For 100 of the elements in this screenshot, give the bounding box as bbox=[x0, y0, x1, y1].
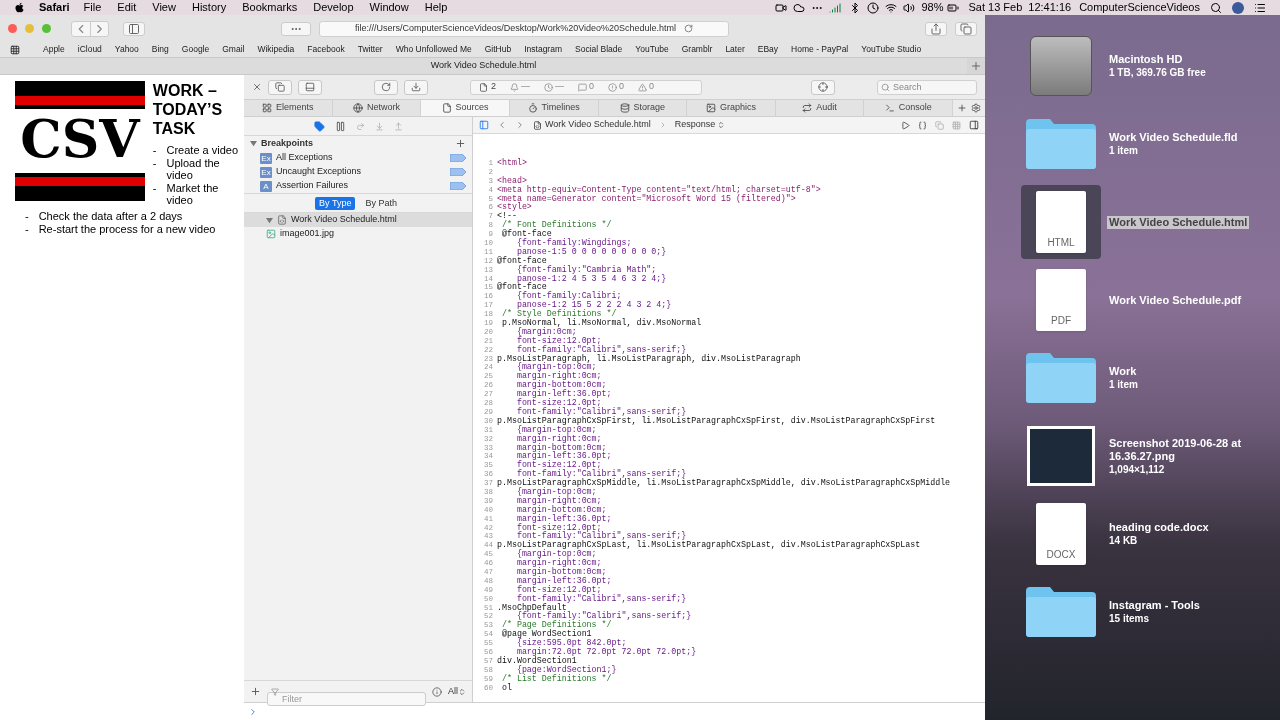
apps-icon[interactable] bbox=[10, 44, 20, 55]
file-name[interactable]: Work Video Schedule.html bbox=[1107, 215, 1250, 229]
menu-item[interactable]: Edit bbox=[117, 0, 137, 16]
battery-icon[interactable] bbox=[946, 1, 961, 14]
file-name[interactable]: Screenshot 2019-06-28 at 16.36.27.png bbox=[1107, 436, 1257, 463]
search-field[interactable]: Search bbox=[877, 79, 977, 95]
menu-item[interactable]: View bbox=[152, 0, 176, 16]
menu-item[interactable]: Window bbox=[369, 0, 409, 16]
apple-menu-icon[interactable] bbox=[14, 2, 25, 13]
file-name[interactable]: Instagram - Tools bbox=[1107, 599, 1202, 612]
inspector-tab[interactable]: Graphics bbox=[687, 100, 776, 116]
document-icon[interactable]: DOCX bbox=[1036, 503, 1086, 565]
bookmark-link[interactable]: Bing bbox=[151, 43, 169, 56]
signal-icon[interactable] bbox=[829, 1, 842, 14]
bookmark-link[interactable]: Facebook bbox=[307, 43, 345, 56]
breakpoint-marker-icon[interactable] bbox=[450, 168, 466, 176]
pause-icon[interactable] bbox=[334, 120, 346, 132]
bookmark-link[interactable]: Google bbox=[181, 43, 210, 56]
browser-tab[interactable]: Work Video Schedule.html bbox=[0, 58, 967, 74]
add-breakpoint-icon[interactable] bbox=[455, 138, 466, 149]
file-name[interactable]: Work Video Schedule.fld bbox=[1107, 131, 1240, 144]
file-name[interactable]: heading code.docx bbox=[1107, 521, 1211, 534]
camera-icon[interactable] bbox=[775, 1, 788, 14]
dock-button[interactable] bbox=[298, 79, 322, 95]
bookmark-link[interactable]: EBay bbox=[757, 43, 779, 56]
forward-icon[interactable] bbox=[515, 120, 525, 130]
inspector-tab[interactable]: Audit bbox=[775, 100, 865, 116]
menu-item[interactable]: File bbox=[83, 0, 102, 16]
user-name[interactable]: ComputerScienceVideos bbox=[1079, 0, 1200, 16]
grid-icon[interactable] bbox=[952, 120, 961, 130]
menu-item[interactable]: Help bbox=[424, 0, 448, 16]
shortcuts-button[interactable] bbox=[281, 21, 311, 36]
breakpoint-row[interactable]: A Assertion Failures bbox=[244, 179, 472, 193]
sidebar-button[interactable] bbox=[123, 21, 145, 36]
cloud-icon[interactable] bbox=[793, 1, 806, 14]
back-icon[interactable] bbox=[497, 120, 507, 130]
wifi-icon[interactable] bbox=[885, 1, 898, 14]
file-breadcrumb[interactable]: Work Video Schedule.html bbox=[533, 118, 651, 132]
add-tab-icon[interactable] bbox=[957, 103, 967, 113]
bookmark-link[interactable]: Twitter bbox=[357, 43, 383, 56]
disclosure-triangle-icon[interactable] bbox=[250, 140, 257, 147]
download-button[interactable] bbox=[404, 79, 428, 95]
file-name[interactable]: Macintosh HD bbox=[1107, 53, 1185, 66]
assistant-icon[interactable] bbox=[1232, 1, 1244, 14]
sort-mode-toggle[interactable]: By Type bbox=[315, 196, 356, 210]
document-icon[interactable]: HTML bbox=[1036, 191, 1086, 253]
volume-icon[interactable] bbox=[903, 1, 916, 14]
close-window-button[interactable] bbox=[8, 24, 17, 33]
share-button[interactable] bbox=[925, 21, 947, 36]
inspector-tab[interactable]: Storage bbox=[598, 100, 688, 116]
file-name[interactable]: Work bbox=[1107, 365, 1139, 378]
breakpoint-row[interactable]: Ex All Exceptions bbox=[244, 151, 472, 165]
bookmark-link[interactable]: Who Unfollowed Me bbox=[395, 43, 472, 56]
disclosure-triangle-icon[interactable] bbox=[266, 216, 273, 224]
bookmark-link[interactable]: YouTube Studio bbox=[861, 43, 922, 56]
breakpoint-toggle-icon[interactable] bbox=[313, 120, 325, 132]
bookmark-link[interactable]: Wikipedia bbox=[257, 43, 295, 56]
hard-drive-icon[interactable] bbox=[1030, 36, 1092, 96]
response-dropdown[interactable]: Response bbox=[674, 118, 726, 132]
menu-date[interactable]: Sat 13 Feb bbox=[968, 0, 1023, 16]
details-toggle-icon[interactable] bbox=[969, 120, 979, 130]
bookmark-link[interactable]: GitHub bbox=[484, 43, 512, 56]
add-icon[interactable] bbox=[250, 686, 261, 697]
breakpoint-row[interactable]: Ex Uncaught Exceptions bbox=[244, 165, 472, 179]
close-button[interactable] bbox=[252, 82, 262, 92]
tabs-button[interactable] bbox=[955, 21, 977, 36]
breakpoint-marker-icon[interactable] bbox=[450, 154, 466, 162]
scope-dropdown[interactable]: All bbox=[448, 684, 466, 699]
menu-item[interactable]: Develop bbox=[313, 0, 354, 16]
sidebar-toggle-icon[interactable] bbox=[479, 120, 489, 130]
clock-icon[interactable] bbox=[867, 1, 880, 14]
format-icon[interactable] bbox=[918, 120, 927, 130]
bookmark-link[interactable]: Gramblr bbox=[681, 43, 713, 56]
bookmark-link[interactable]: YouTube bbox=[635, 43, 669, 56]
document-icon[interactable]: PDF bbox=[1036, 269, 1086, 331]
reload-icon[interactable] bbox=[684, 24, 694, 33]
inspector-tab[interactable]: Timelines bbox=[509, 100, 599, 116]
address-bar[interactable]: file:///Users/ComputerScienceVideos/Desktop/Work%20Video%20Schedule.html bbox=[319, 20, 729, 37]
list-icon[interactable] bbox=[1254, 1, 1266, 14]
inspector-tab[interactable]: Network bbox=[332, 100, 422, 116]
bookmark-link[interactable]: Yahoo bbox=[114, 43, 139, 56]
breakpoint-marker-icon[interactable] bbox=[450, 182, 466, 190]
file-name[interactable]: Work Video Schedule.pdf bbox=[1107, 293, 1244, 307]
bookmark-link[interactable]: Home - PayPal bbox=[791, 43, 849, 56]
bookmark-link[interactable]: Instagram bbox=[524, 43, 562, 56]
element-picker-button[interactable] bbox=[811, 79, 835, 95]
zoom-window-button[interactable] bbox=[42, 24, 51, 33]
bookmark-link[interactable]: iCloud bbox=[77, 43, 102, 56]
menu-time[interactable]: 12:41:16 bbox=[1028, 0, 1072, 16]
bookmark-link[interactable]: Gmail bbox=[222, 43, 245, 56]
folder-icon[interactable] bbox=[1026, 587, 1096, 637]
new-tab-icon[interactable] bbox=[970, 60, 982, 72]
inspector-tab[interactable]: Console bbox=[864, 100, 953, 116]
menu-item[interactable]: Bookmarks bbox=[242, 0, 298, 16]
bookmark-link[interactable]: Social Blade bbox=[575, 43, 623, 56]
image-thumbnail[interactable] bbox=[1027, 426, 1095, 486]
resource-row[interactable]: Work Video Schedule.html bbox=[244, 213, 472, 227]
bookmark-link[interactable]: Later bbox=[725, 43, 745, 56]
detach-button[interactable] bbox=[268, 79, 292, 95]
resource-row[interactable]: image001.jpg bbox=[244, 227, 472, 241]
